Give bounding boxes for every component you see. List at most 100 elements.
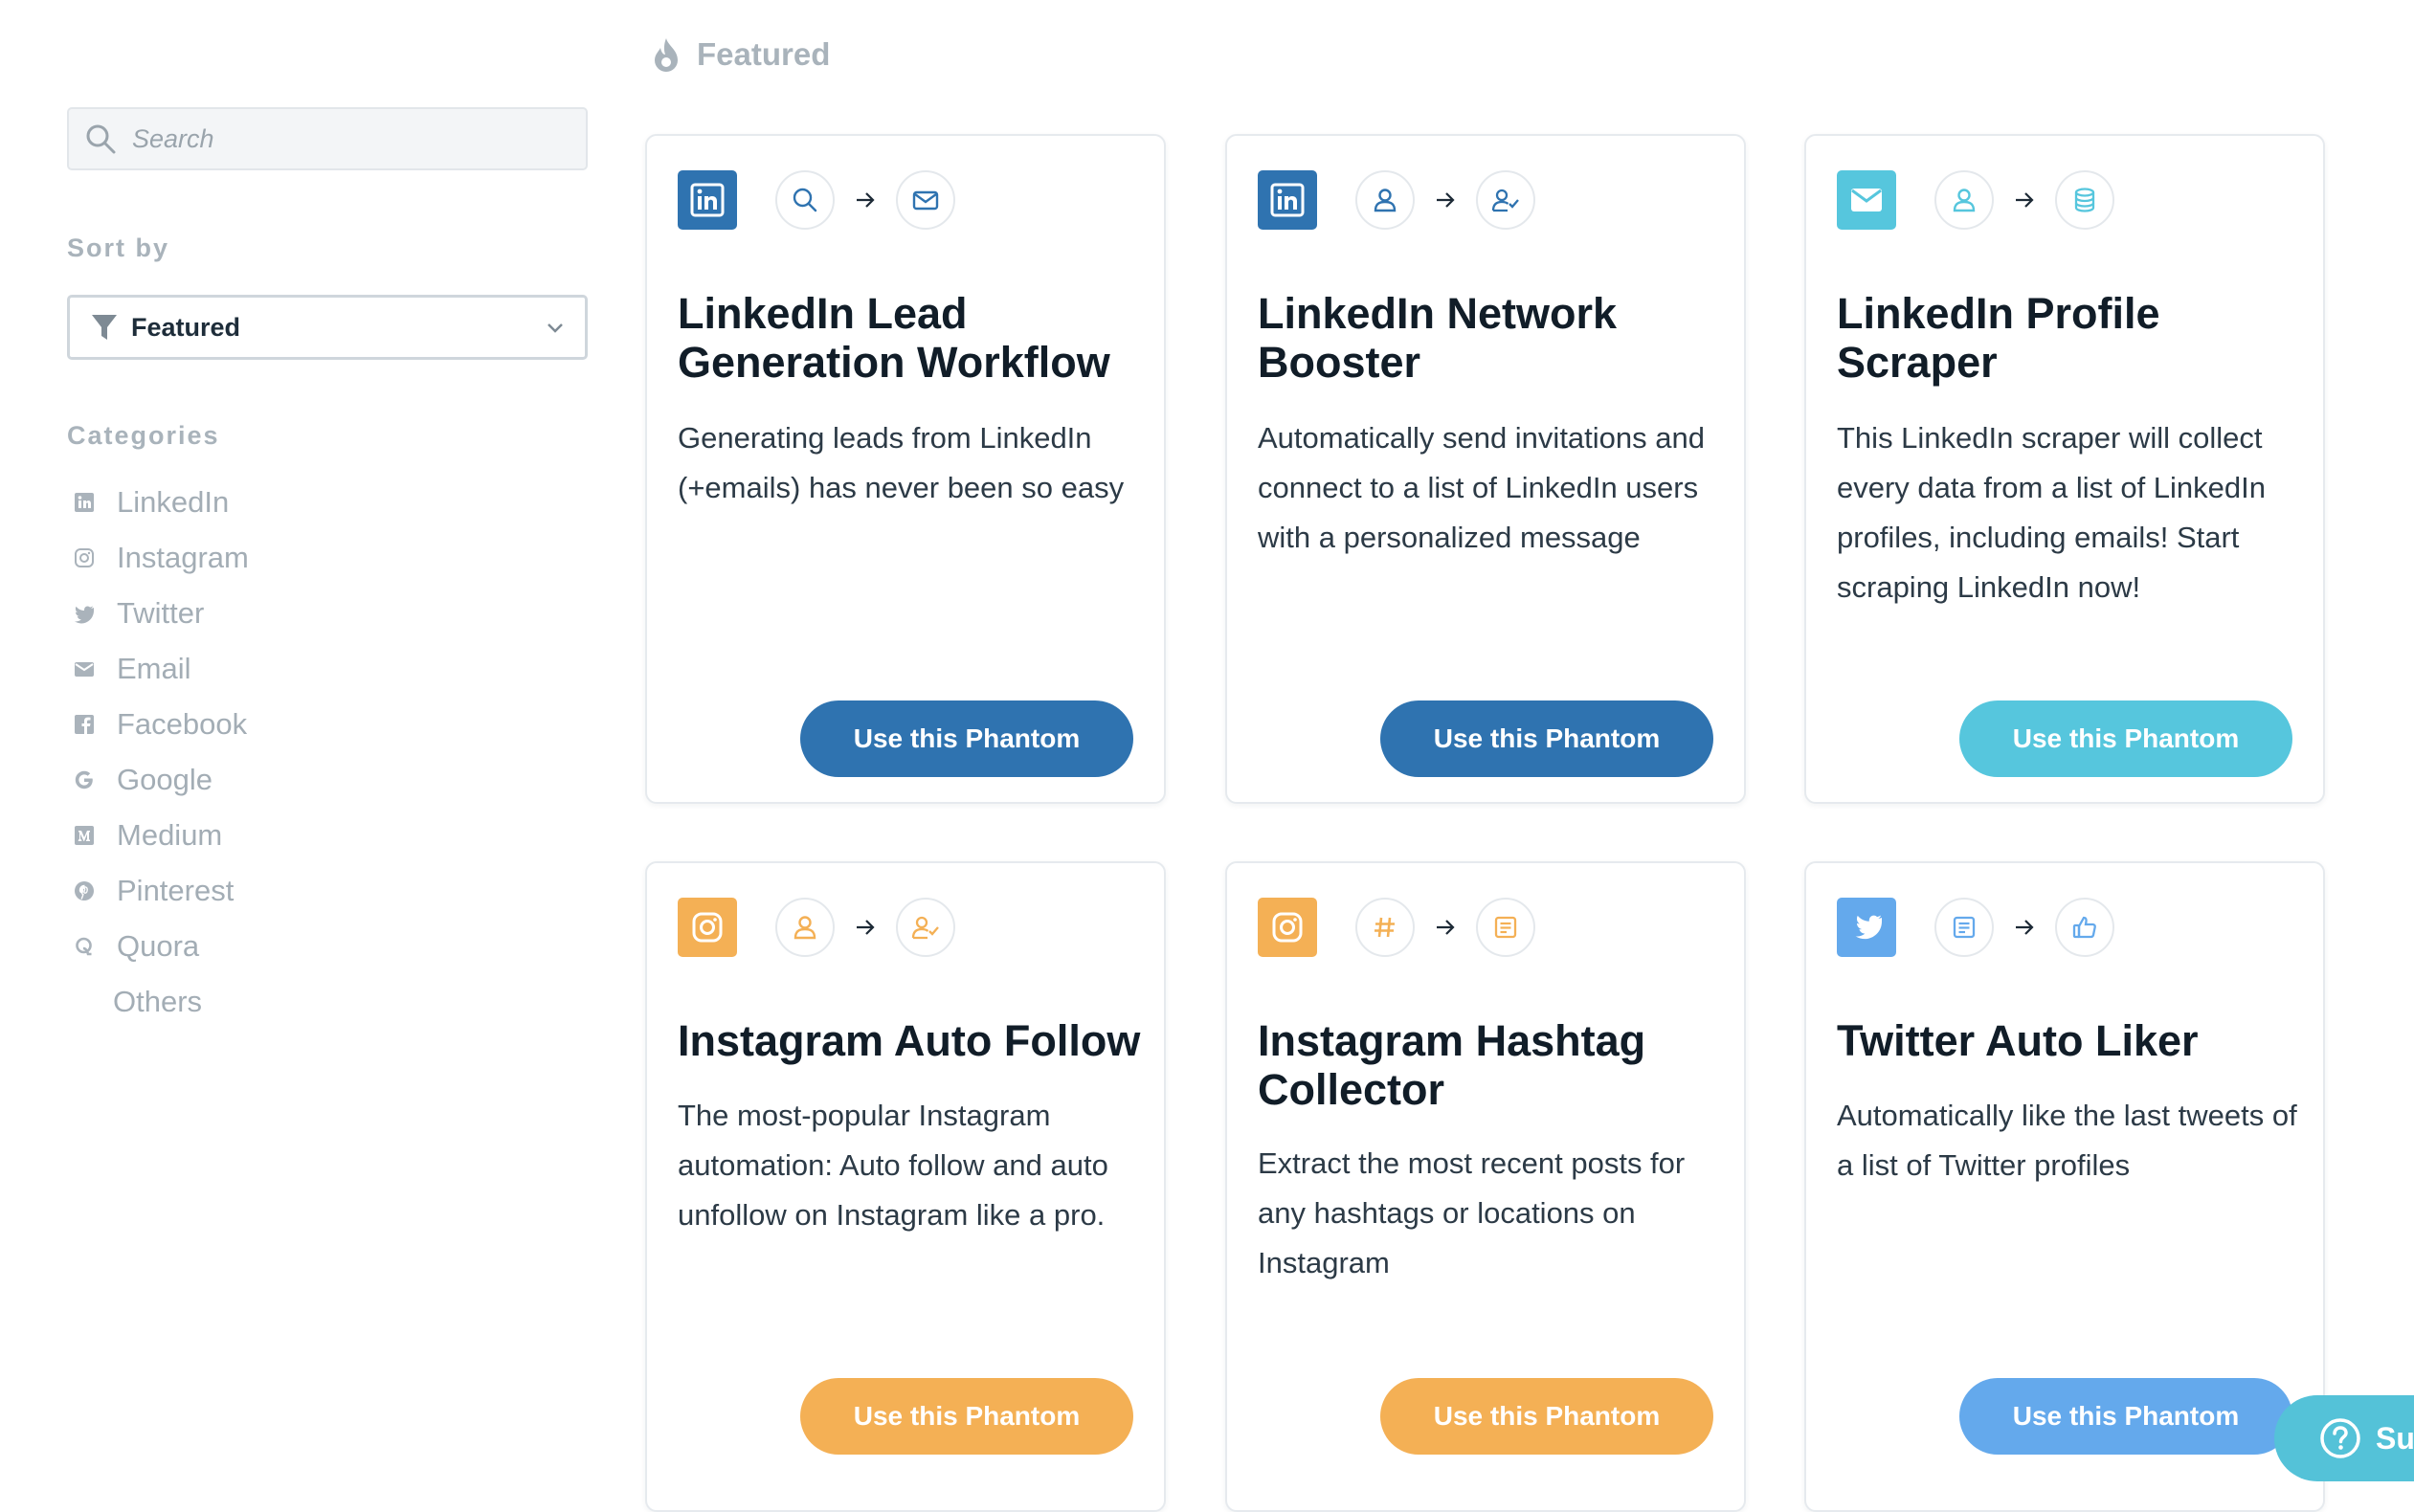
page-title: Featured bbox=[697, 36, 831, 72]
card-description: Automatically send invitations and conne… bbox=[1258, 421, 1705, 554]
workflow-icons bbox=[678, 168, 955, 232]
phantom-card[interactable]: Instagram Hashtag Collector Extract the … bbox=[1225, 861, 1746, 1512]
workflow-icons bbox=[1258, 896, 1535, 959]
facebook-icon bbox=[73, 713, 96, 736]
category-label: Twitter bbox=[117, 596, 205, 630]
category-linkedin[interactable]: LinkedIn bbox=[73, 475, 249, 530]
card-description: This LinkedIn scraper will collect every… bbox=[1837, 421, 2267, 604]
arrow-right-icon bbox=[1415, 189, 1476, 211]
instagram-icon bbox=[678, 898, 737, 957]
category-label: Instagram bbox=[117, 541, 249, 574]
workflow-icons bbox=[1837, 896, 2114, 959]
workflow-icons bbox=[678, 896, 955, 959]
flame-icon bbox=[655, 38, 678, 72]
card-title: Instagram Auto Follow bbox=[678, 1016, 1141, 1065]
workflow-icons bbox=[1837, 168, 2114, 232]
email-icon bbox=[896, 170, 955, 230]
card-description: Extract the most recent posts for any ha… bbox=[1258, 1146, 1686, 1279]
category-twitter[interactable]: Twitter bbox=[73, 586, 249, 641]
use-phantom-button[interactable]: Use this Phantom bbox=[800, 1378, 1133, 1455]
user-icon bbox=[1934, 170, 1994, 230]
use-phantom-button[interactable]: Use this Phantom bbox=[800, 700, 1133, 777]
category-label: Facebook bbox=[117, 707, 248, 741]
category-facebook[interactable]: Facebook bbox=[73, 697, 249, 752]
card-title: LinkedIn Network Booster bbox=[1258, 289, 1618, 387]
arrow-right-icon bbox=[835, 917, 896, 938]
user-check-icon bbox=[1476, 170, 1535, 230]
sort-select[interactable]: Featured bbox=[67, 295, 588, 360]
search-icon bbox=[86, 124, 116, 154]
instagram-icon bbox=[73, 546, 96, 569]
category-pinterest[interactable]: Pinterest bbox=[73, 863, 249, 919]
category-instagram[interactable]: Instagram bbox=[73, 530, 249, 586]
twitter-icon bbox=[1837, 898, 1896, 957]
card-title: Instagram Hashtag Collector bbox=[1258, 1016, 1646, 1114]
card-description: The most-popular Instagram automation: A… bbox=[678, 1099, 1108, 1232]
thumbs-up-icon bbox=[2055, 898, 2114, 957]
user-check-icon bbox=[896, 898, 955, 957]
chevron-down-icon bbox=[548, 323, 563, 333]
search-input[interactable] bbox=[130, 122, 555, 155]
phantom-card[interactable]: LinkedIn Lead Generation Workflow Genera… bbox=[645, 134, 1166, 804]
medium-icon bbox=[73, 824, 96, 847]
sort-value: Featured bbox=[131, 312, 241, 342]
phantom-card[interactable]: Instagram Auto Follow The most-popular I… bbox=[645, 861, 1166, 1512]
category-email[interactable]: Email bbox=[73, 641, 249, 697]
quora-icon bbox=[73, 935, 96, 958]
category-label: Others bbox=[113, 985, 203, 1018]
sort-by-label: Sort by bbox=[67, 233, 170, 262]
pinterest-icon bbox=[73, 879, 96, 902]
email-icon bbox=[1837, 170, 1896, 230]
help-icon bbox=[2320, 1418, 2360, 1458]
hashtag-icon bbox=[1355, 898, 1415, 957]
document-icon bbox=[1934, 898, 1994, 957]
card-title: LinkedIn Lead Generation Workflow bbox=[678, 289, 1110, 387]
arrow-right-icon bbox=[835, 189, 896, 211]
user-icon bbox=[775, 898, 835, 957]
arrow-right-icon bbox=[1994, 189, 2055, 211]
arrow-right-icon bbox=[1994, 917, 2055, 938]
category-medium[interactable]: Medium bbox=[73, 808, 249, 863]
search-icon bbox=[775, 170, 835, 230]
search-box[interactable] bbox=[67, 107, 588, 170]
use-phantom-button[interactable]: Use this Phantom bbox=[1380, 1378, 1713, 1455]
linkedin-icon bbox=[678, 170, 737, 230]
use-phantom-button[interactable]: Use this Phantom bbox=[1380, 700, 1713, 777]
filter-icon bbox=[92, 315, 117, 340]
workflow-icons bbox=[1258, 168, 1535, 232]
user-icon bbox=[1355, 170, 1415, 230]
support-button[interactable]: Sup bbox=[2274, 1395, 2414, 1481]
phantom-card[interactable]: LinkedIn Profile Scraper This LinkedIn s… bbox=[1804, 134, 2325, 804]
twitter-icon bbox=[73, 602, 96, 625]
card-description: Automatically like the last tweets of a … bbox=[1837, 1099, 2297, 1182]
document-icon bbox=[1476, 898, 1535, 957]
email-icon bbox=[73, 657, 96, 680]
linkedin-icon bbox=[73, 491, 96, 514]
category-label: Email bbox=[117, 652, 191, 685]
linkedin-icon bbox=[1258, 170, 1317, 230]
use-phantom-button[interactable]: Use this Phantom bbox=[1959, 1378, 2292, 1455]
google-icon bbox=[73, 768, 96, 791]
phantom-card[interactable]: LinkedIn Network Booster Automatically s… bbox=[1225, 134, 1746, 804]
card-title: Twitter Auto Liker bbox=[1837, 1016, 2199, 1065]
support-label: Sup bbox=[2376, 1420, 2414, 1456]
database-icon bbox=[2055, 170, 2114, 230]
category-label: Google bbox=[117, 763, 212, 796]
categories-label: Categories bbox=[67, 421, 220, 450]
category-label: Quora bbox=[117, 929, 200, 963]
section-header: Featured bbox=[651, 31, 830, 78]
others-placeholder bbox=[73, 990, 96, 1013]
category-google[interactable]: Google bbox=[73, 752, 249, 808]
card-title: LinkedIn Profile Scraper bbox=[1837, 289, 2160, 387]
category-label: Medium bbox=[117, 818, 223, 852]
category-label: LinkedIn bbox=[117, 485, 230, 519]
category-label: Pinterest bbox=[117, 874, 235, 907]
category-quora[interactable]: Quora bbox=[73, 919, 249, 974]
arrow-right-icon bbox=[1415, 917, 1476, 938]
category-list: LinkedIn Instagram Twitter Email Faceboo… bbox=[73, 475, 249, 1030]
phantom-card[interactable]: Twitter Auto Liker Automatically like th… bbox=[1804, 861, 2325, 1512]
category-others[interactable]: Others bbox=[73, 974, 249, 1030]
instagram-icon bbox=[1258, 898, 1317, 957]
use-phantom-button[interactable]: Use this Phantom bbox=[1959, 700, 2292, 777]
card-description: Generating leads from LinkedIn (+emails)… bbox=[678, 421, 1125, 504]
